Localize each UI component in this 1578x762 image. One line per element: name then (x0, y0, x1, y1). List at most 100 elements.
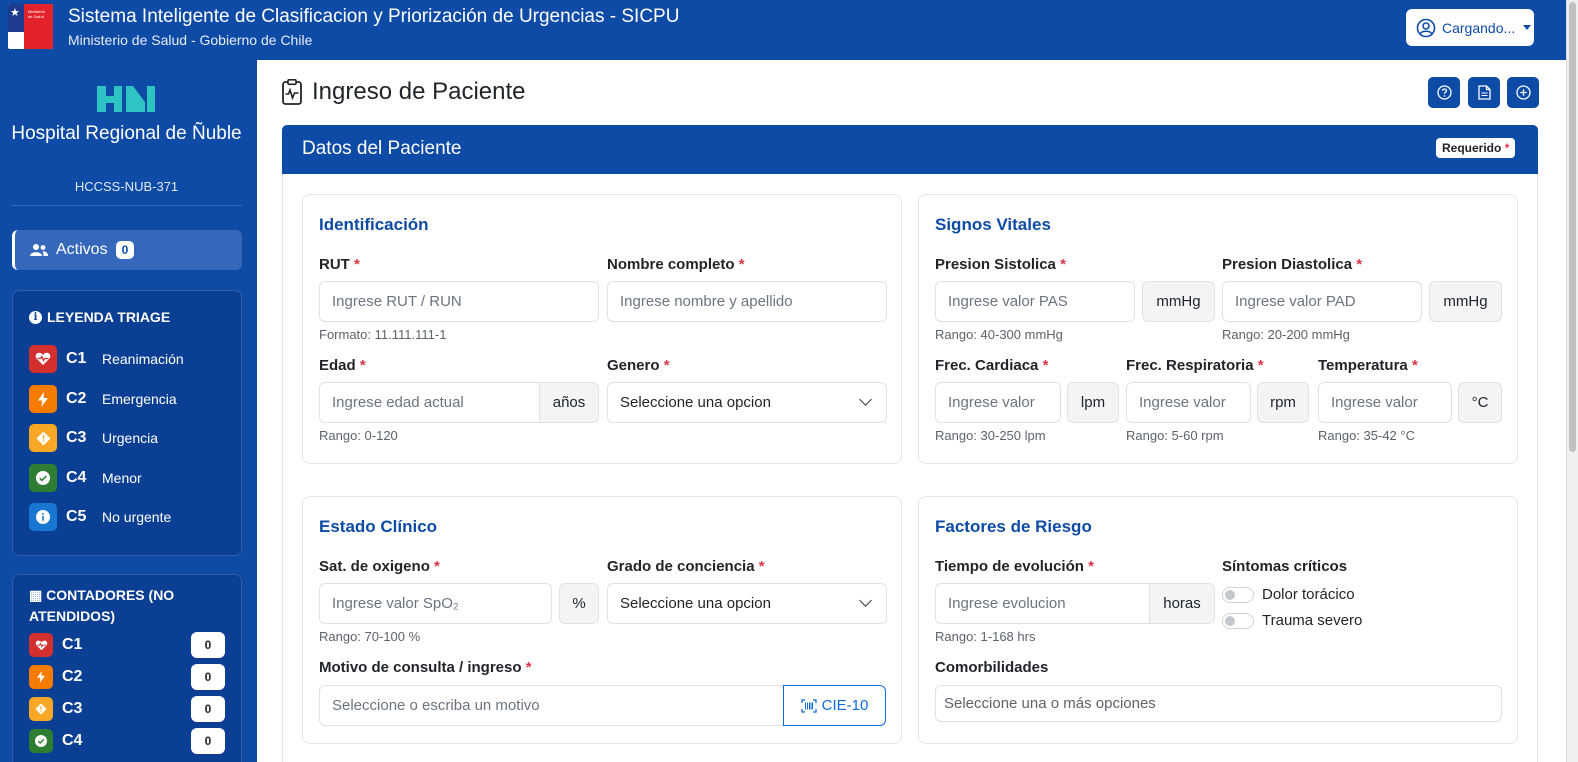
heart-pulse-icon (29, 345, 57, 373)
user-menu-button[interactable]: Cargando... (1406, 9, 1534, 46)
page-scrollbar[interactable] (1566, 0, 1578, 762)
panel-title: Factores de Riesgo (935, 517, 1092, 536)
app-subtitle: Ministerio de Salud - Gobierno de Chile (68, 32, 313, 48)
edad-label: Edad * (319, 357, 366, 374)
tiempo-label: Tiempo de evolución * (935, 558, 1094, 575)
users-icon (30, 244, 48, 256)
sat-help: Rango: 70-100 % (319, 629, 421, 644)
pas-unit: mmHg (1142, 281, 1215, 322)
edad-input[interactable]: Ingrese edad actual (319, 382, 541, 423)
pad-unit: mmHg (1429, 281, 1502, 322)
tiempo-input[interactable]: Ingrese evolucion (935, 583, 1151, 624)
warning-diamond-icon (29, 697, 53, 721)
legend-item-c3: C3 Urgencia (29, 424, 158, 452)
check-circle-icon (29, 464, 57, 492)
panel-estado-clinico: Estado Clínico Sat. de oxigeno * Ingrese… (302, 496, 902, 744)
legend-desc: Reanimación (102, 351, 184, 367)
legend-desc: Menor (102, 470, 142, 486)
motivo-input[interactable]: Seleccione o escriba un motivo (319, 685, 784, 726)
legend-code: C1 (66, 350, 87, 367)
ministry-logo: ★ Ministerio de Salud (8, 4, 53, 49)
counter-code: C2 (62, 668, 83, 685)
counter-value: 0 (191, 696, 225, 722)
legend-item-c4: C4 Menor (29, 464, 142, 492)
panel-title: Estado Clínico (319, 517, 438, 536)
sat-label: Sat. de oxigeno * (319, 558, 440, 575)
triage-legend: i LEYENDA TRIAGE C1 Reanimación C2 Emerge… (12, 290, 242, 556)
counter-code: C4 (62, 732, 83, 749)
counter-row-c3: C3 0 (29, 696, 225, 722)
pas-help: Rango: 40-300 mmHg (935, 327, 1063, 342)
chevron-down-icon (859, 594, 872, 607)
legend-item-c1: C1 Reanimación (29, 345, 184, 373)
fr-label: Frec. Respiratoria * (1126, 357, 1264, 374)
toggle-label: Trauma severo (1262, 612, 1363, 629)
sidebar-item-label: Activos (56, 241, 108, 258)
comorbilidades-multiselect[interactable]: Seleccione una o más opciones (935, 685, 1502, 722)
lightning-icon (29, 665, 53, 689)
motivo-label: Motivo de consulta / ingreso * (319, 659, 532, 676)
warning-diamond-icon (29, 424, 57, 452)
cie10-button[interactable]: CIE-10 (783, 685, 886, 726)
pad-help: Rango: 20-200 mmHg (1222, 327, 1350, 342)
legend-code: C3 (66, 429, 87, 446)
document-button[interactable] (1468, 77, 1500, 108)
sintomas-label: Síntomas críticos (1222, 558, 1348, 575)
toggle-trauma-severo[interactable]: Trauma severo (1222, 612, 1362, 629)
divider (12, 205, 242, 206)
scrollbar-thumb[interactable] (1569, 2, 1576, 452)
info-icon: i (29, 310, 42, 324)
heart-pulse-icon (29, 633, 53, 657)
legend-item-c5: C5 No urgente (29, 503, 171, 531)
user-circle-icon (1416, 18, 1436, 37)
sat-input[interactable]: Ingrese valor SpO₂ (319, 583, 552, 624)
toggle-switch[interactable] (1222, 586, 1254, 603)
app-title: Sistema Inteligente de Clasificacion y P… (68, 6, 680, 27)
temp-unit: °C (1458, 382, 1502, 423)
panel-title: Identificación (319, 215, 429, 234)
hospital-name: Hospital Regional de Ñuble (11, 123, 242, 144)
nombre-input[interactable]: Ingrese nombre y apellido (607, 281, 887, 322)
temp-input[interactable]: Ingrese valor (1318, 382, 1452, 423)
legend-desc: Emergencia (102, 391, 177, 407)
page-title: Ingreso de Paciente (282, 78, 525, 106)
rut-help: Formato: 11.111.111-1 (319, 327, 447, 342)
fc-input[interactable]: Ingrese valor (935, 382, 1061, 423)
toggle-label: Dolor torácico (1262, 586, 1355, 603)
fc-help: Rango: 30-250 lpm (935, 428, 1046, 443)
counter-value: 0 (191, 728, 225, 754)
toggle-dolor-toracico[interactable]: Dolor torácico (1222, 586, 1355, 603)
add-button[interactable] (1507, 77, 1539, 108)
fr-input[interactable]: Ingrese valor (1126, 382, 1251, 423)
legend-desc: No urgente (102, 509, 172, 525)
hospital-code: HCCSS-NUB-371 (74, 179, 179, 194)
cie10-label: CIE-10 (821, 697, 869, 714)
toggle-switch[interactable] (1222, 612, 1254, 629)
star-icon: ★ (10, 7, 20, 19)
card-header: Datos del Paciente Requerido * (282, 125, 1538, 174)
user-menu-label: Cargando... (1442, 19, 1516, 36)
rut-input[interactable]: Ingrese RUT / RUN (319, 281, 599, 322)
conciencia-select[interactable]: Seleccione una opcion (607, 583, 887, 624)
hospital-logo (97, 86, 155, 112)
pas-input[interactable]: Ingrese valor PAS (935, 281, 1135, 322)
clipboard-pulse-icon (282, 79, 302, 105)
counter-code: C3 (62, 700, 83, 717)
legend-desc: Urgencia (102, 430, 159, 446)
sat-unit: % (559, 583, 599, 624)
help-button[interactable] (1428, 77, 1460, 108)
file-text-icon (1477, 85, 1491, 100)
legend-item-c2: C2 Emergencia (29, 385, 177, 413)
panel-title: Signos Vitales (935, 215, 1051, 234)
caret-down-icon (1523, 25, 1532, 30)
rut-label: RUT * (319, 256, 360, 273)
pad-input[interactable]: Ingrese valor PAD (1222, 281, 1422, 322)
counter-value: 0 (191, 632, 225, 658)
counter-code: C1 (62, 636, 83, 653)
info-circle-icon (29, 503, 57, 531)
genero-select[interactable]: Seleccione una opcion (607, 382, 887, 423)
activos-count-badge: 0 (115, 241, 135, 259)
logo-text: Ministerio de Salud (28, 9, 46, 19)
counter-row-c2: C2 0 (29, 664, 225, 690)
sidebar-item-activos[interactable]: Activos 0 (12, 230, 242, 270)
